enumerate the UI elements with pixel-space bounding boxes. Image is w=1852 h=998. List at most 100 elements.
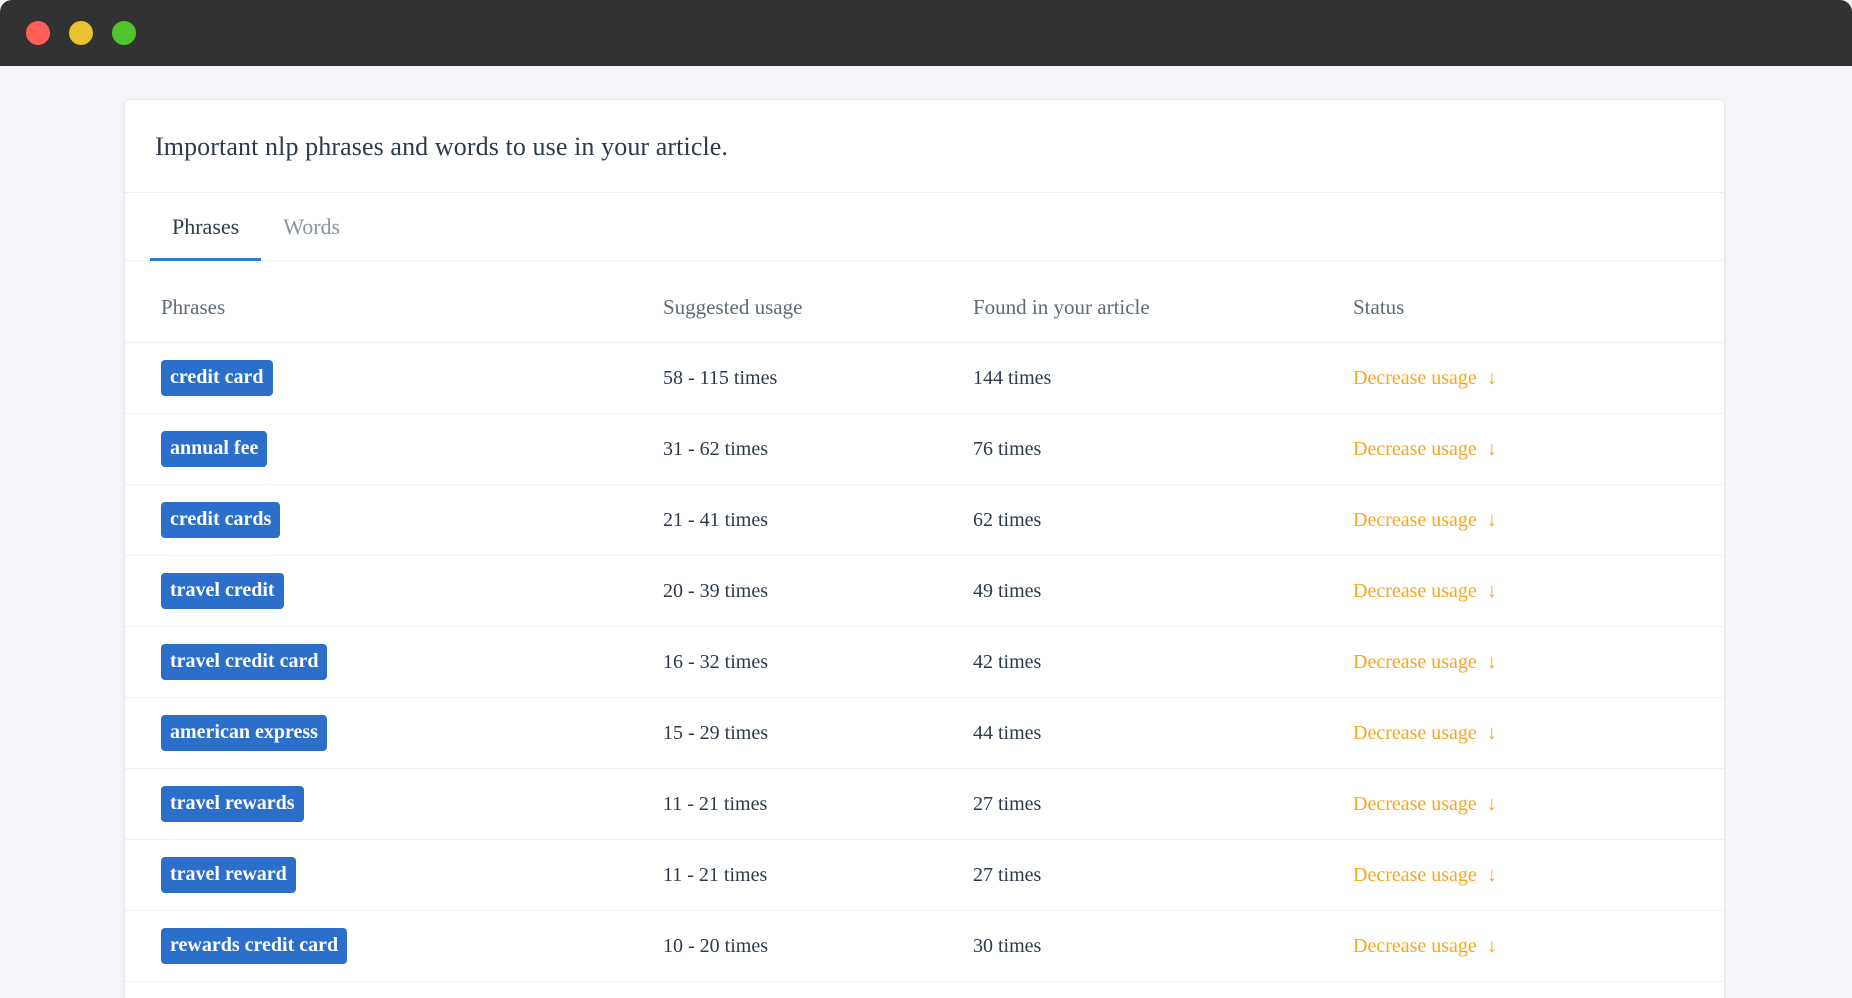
phrases-table: Phrases Suggested usage Found in your ar…	[125, 261, 1724, 998]
table-head: Phrases Suggested usage Found in your ar…	[125, 261, 1724, 344]
tab-phrases[interactable]: Phrases	[150, 193, 262, 262]
table-row: travel rewards 11 - 21 times 27 times Decre…	[125, 768, 1724, 841]
status-badge[interactable]: Decrease usage ↓	[1353, 864, 1497, 887]
found-in-article-cell: 30 times	[973, 981, 1353, 998]
column-header-suggested: Suggested usage	[663, 261, 973, 344]
suggested-usage-cell: 15 - 29 times	[663, 697, 973, 770]
phrase-cell: american express	[125, 697, 663, 770]
status-cell: Decrease usage↓	[1353, 555, 1724, 628]
suggested-usage-cell: 16 - 32 times	[663, 626, 973, 699]
found-in-article-cell: 44 times	[973, 697, 1353, 770]
status-badge[interactable]: Decrease usage ↓	[1353, 793, 1497, 816]
table-row: rewards credit card 10 - 20 times 30 times…	[125, 910, 1724, 983]
phrase-cell: travel credit card	[125, 626, 663, 699]
suggested-usage-cell: 11 - 21 times	[663, 768, 973, 841]
arrow-down-icon: ↓	[1486, 509, 1497, 532]
found-in-article-cell: 27 times	[973, 768, 1353, 841]
page-canvas: Important nlp phrases and words to use i…	[0, 66, 1852, 998]
arrow-down-icon: ↓	[1486, 793, 1497, 816]
found-in-article-cell: 42 times	[973, 626, 1353, 699]
status-badge[interactable]: Decrease usage ↓	[1353, 722, 1497, 745]
page-title: Important nlp phrases and words to use i…	[155, 132, 729, 161]
suggested-usage-cell: 31 - 62 times	[663, 413, 973, 486]
table-row: credit card 58 - 115 times 144 times Decrea…	[125, 342, 1724, 415]
card-header: Important nlp phrases and words to use i…	[125, 100, 1724, 194]
status-label: Decrease usage	[1353, 508, 1477, 531]
phrase-cell: credit card	[125, 342, 663, 415]
arrow-down-icon: ↓	[1486, 864, 1497, 887]
phrase-badge[interactable]: american express	[161, 715, 327, 752]
arrow-down-icon: ↓	[1486, 438, 1497, 461]
status-label: Decrease usage	[1353, 437, 1477, 460]
status-badge[interactable]: Decrease usage ↓	[1353, 935, 1497, 958]
arrow-down-icon: ↓	[1486, 651, 1497, 674]
column-header-status: Status	[1353, 261, 1724, 344]
status-cell: Decrease usage ↓	[1353, 839, 1724, 912]
status-cell: Decrease usage ↓	[1353, 697, 1724, 770]
table-body: credit card 58 - 115 times 144 times Decrea…	[125, 342, 1724, 998]
status-badge[interactable]: Decrease usage ↓	[1353, 580, 1497, 603]
found-in-article-cell: 49 times	[973, 555, 1353, 628]
phrase-cell: annual fee	[125, 413, 663, 486]
phrase-badge[interactable]: travel credit card	[161, 644, 328, 681]
suggested-usage-cell: 21 - 41 times	[663, 484, 973, 557]
found-in-article-cell: 30 times	[973, 910, 1353, 983]
phrase-badge[interactable]: credit cards	[161, 502, 281, 539]
found-in-article-cell: 144 times	[973, 342, 1353, 415]
found-in-article-cell: 27 times	[973, 839, 1353, 912]
status-cell: Decrease usage ↓	[1353, 413, 1724, 486]
phrase-badge[interactable]: annual fee	[161, 431, 268, 468]
column-header-phrases: Phrases	[125, 261, 663, 344]
status-cell: Decrease usage ↓	[1353, 484, 1724, 557]
status-label: Decrease usage	[1353, 366, 1477, 389]
table-row: travel reward 11 - 21 times 27 times Decrea…	[125, 839, 1724, 912]
maximize-window-button[interactable]	[112, 21, 136, 45]
status-badge[interactable]: Decrease usage ↓	[1353, 651, 1497, 674]
table-header-row: Phrases Suggested usage Found in your ar…	[125, 261, 1724, 344]
window-titlebar	[0, 0, 1852, 66]
table-row: credit cards 21 - 41 times 62 times Decreas…	[125, 484, 1724, 557]
tab-phrases-label: Phrases	[172, 213, 240, 239]
arrow-down-icon: ↓	[1486, 580, 1497, 603]
suggested-usage-cell: 10 - 20 times	[663, 981, 973, 998]
found-in-article-cell: 62 times	[973, 484, 1353, 557]
phrase-cell: travel reward	[125, 839, 663, 912]
column-header-found: Found in your article	[973, 261, 1353, 344]
table-row: travel credit card 16 - 32 times 42 times D…	[125, 626, 1724, 699]
status-cell: Decrease usage↓	[1353, 910, 1724, 983]
table-row: annual fee 31 - 62 times 76 times Decrease …	[125, 413, 1724, 486]
status-badge[interactable]: Decrease usage ↓	[1353, 509, 1497, 532]
phrase-cell: travel credit	[125, 555, 663, 628]
status-cell: Decrease usage↓	[1353, 768, 1724, 841]
status-label: Decrease usage	[1353, 650, 1477, 673]
phrase-badge[interactable]: travel reward	[161, 857, 296, 894]
status-badge[interactable]: Decrease usage ↓	[1353, 438, 1497, 461]
minimize-window-button[interactable]	[69, 21, 93, 45]
nlp-phrases-card: Important nlp phrases and words to use i…	[124, 99, 1725, 998]
close-window-button[interactable]	[26, 21, 50, 45]
suggested-usage-cell: 11 - 21 times	[663, 839, 973, 912]
phrase-badge[interactable]: travel credit	[161, 573, 284, 610]
traffic-light-group	[26, 21, 136, 45]
table-row: travel credit 20 - 39 times 49 times Decrea…	[125, 555, 1724, 628]
phrase-cell: rewards credit card	[125, 910, 663, 983]
status-badge[interactable]: Decrease usage ↓	[1353, 367, 1497, 390]
status-cell: Decrease usage ↓	[1353, 626, 1724, 699]
arrow-down-icon: ↓	[1486, 367, 1497, 390]
phrase-cell: travel rewards	[125, 768, 663, 841]
phrase-badge[interactable]: travel rewards	[161, 786, 304, 823]
arrow-down-icon: ↓	[1486, 722, 1497, 745]
tab-words[interactable]: Words	[261, 193, 362, 260]
suggested-usage-cell: 10 - 20 times	[663, 910, 973, 983]
status-label: Decrease usage	[1353, 863, 1477, 886]
status-cell: Decrease usage ↓	[1353, 342, 1724, 415]
status-label: Decrease usage	[1353, 721, 1477, 744]
arrow-down-icon: ↓	[1486, 935, 1497, 958]
tab-bar: Phrases Words	[125, 193, 1724, 262]
phrase-cell: rewards credit	[125, 981, 663, 998]
phrase-cell: credit cards	[125, 484, 663, 557]
found-in-article-cell: 76 times	[973, 413, 1353, 486]
phrase-badge[interactable]: rewards credit card	[161, 928, 348, 965]
status-cell: Decrease usage↓	[1353, 981, 1724, 998]
phrase-badge[interactable]: credit card	[161, 360, 273, 397]
